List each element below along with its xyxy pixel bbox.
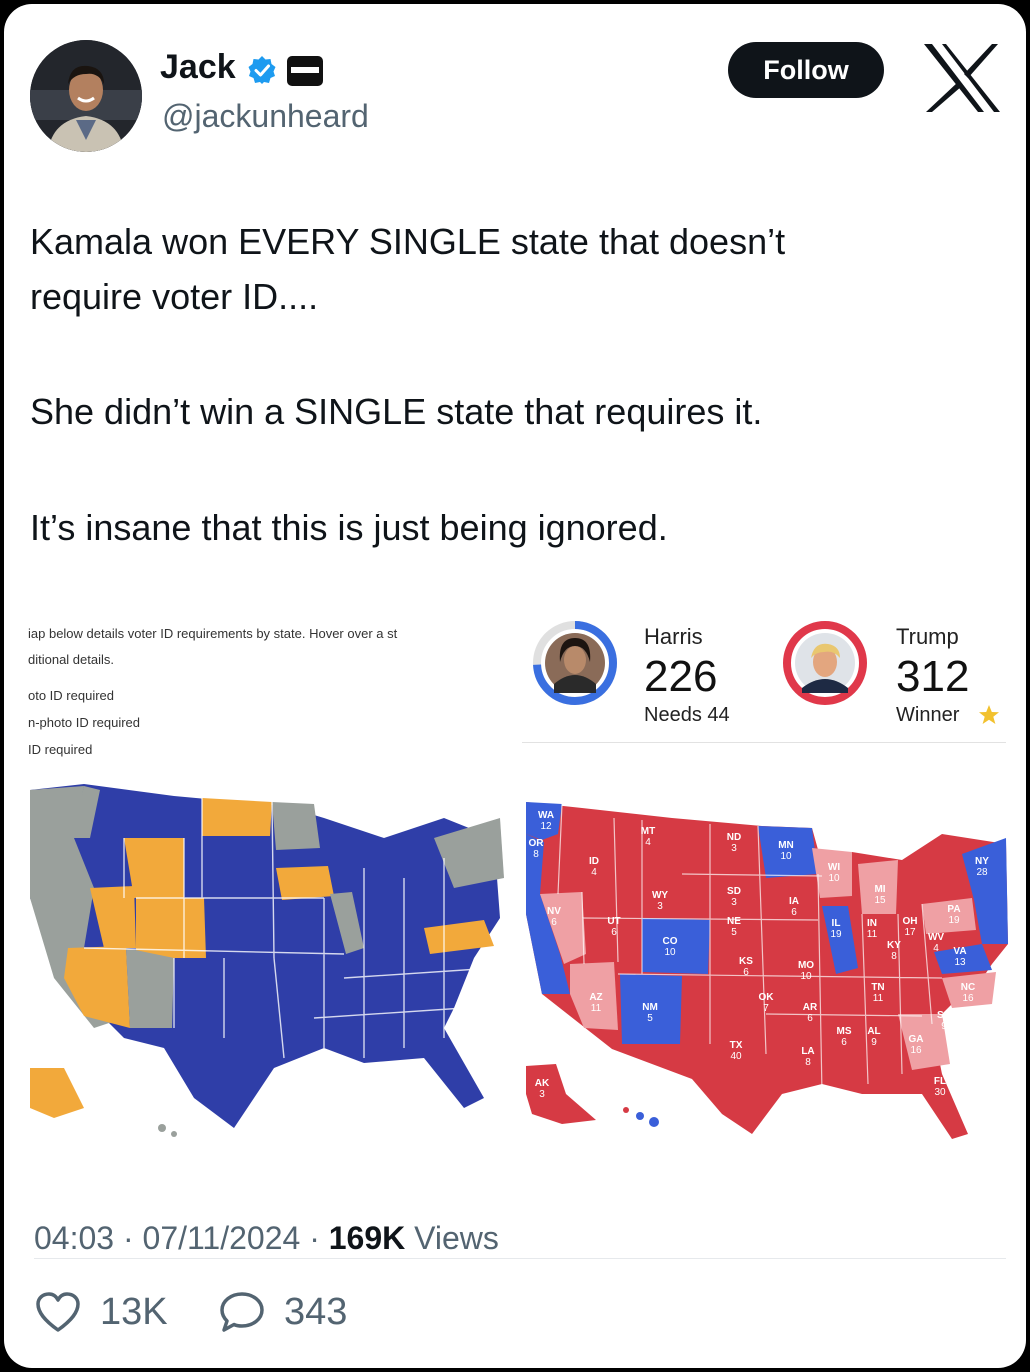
state-label: FL 30 — [934, 1076, 946, 1098]
map-caption: ditional details. — [28, 652, 114, 667]
state-label: TX 40 — [730, 1040, 743, 1062]
state-label: NY 28 — [975, 856, 989, 878]
tweet-time[interactable]: 04:03 — [34, 1220, 114, 1256]
tweet-metadata: 04:03 · 07/11/2024 · 169K Views — [34, 1220, 499, 1256]
follow-button[interactable]: Follow — [728, 42, 884, 98]
affiliate-badge-icon — [287, 56, 323, 86]
voter-id-us-map — [30, 784, 504, 1137]
trump-ring — [783, 621, 867, 705]
panel-divider — [522, 742, 1006, 743]
trump-status: Winner — [896, 704, 960, 726]
views-label: Views — [414, 1220, 499, 1256]
trump-name: Trump — [896, 624, 959, 649]
harris-ring — [533, 621, 617, 705]
trump-votes: 312 — [896, 652, 970, 701]
reply-count: 343 — [284, 1290, 348, 1333]
divider — [34, 1258, 1006, 1259]
like-button[interactable]: 13K — [34, 1290, 168, 1334]
election-results-map: WA 12OR 8ID 4MT 4 ND 3 MN 10WI 10MI 15NY 28NV 6 UT 6WY… — [526, 802, 1008, 1139]
state-label: MN 10 — [778, 840, 794, 862]
state-label: AZ 11 — [589, 992, 602, 1014]
state-label: NC 16 — [961, 982, 975, 1004]
state-label: GA 16 — [909, 1034, 924, 1056]
state-label: VA 13 — [953, 946, 966, 968]
state-label: IN 11 — [867, 918, 878, 940]
state-label: IL 19 — [830, 918, 842, 940]
tweet-media-image[interactable]: iap below details voter ID requirements … — [24, 608, 1010, 1154]
legend-photo-id: oto ID required — [28, 688, 114, 703]
legend-non-photo-id: n-photo ID required — [28, 715, 141, 730]
verified-badge-icon — [248, 56, 276, 84]
tweet-date[interactable]: 07/11/2024 — [143, 1220, 301, 1256]
tweet-paragraph: Kamala won EVERY SINGLE state that doesn… — [30, 221, 786, 317]
avatar[interactable] — [30, 40, 142, 152]
tweet-card: Jack @jackunheard Follow Kamala won EVER… — [4, 4, 1026, 1368]
reply-icon — [220, 1292, 264, 1332]
harris-name: Harris — [644, 624, 703, 649]
state-label: MI 15 — [874, 884, 886, 906]
author-handle[interactable]: @jackunheard — [162, 98, 369, 135]
legend-no-id: ID required — [28, 742, 93, 757]
state-label: CO 10 — [663, 936, 678, 958]
heart-icon — [36, 1292, 80, 1332]
author-name[interactable]: Jack — [160, 48, 236, 87]
map-caption: iap below details voter ID requirements … — [28, 626, 398, 641]
tweet-paragraph: It’s insane that this is just being igno… — [30, 507, 668, 548]
winner-star-icon — [979, 705, 999, 724]
like-count: 13K — [100, 1290, 168, 1333]
state-label: PA 19 — [947, 904, 960, 926]
state-label: TN 11 — [871, 982, 884, 1004]
state-label: OH 17 — [903, 916, 918, 938]
reply-button[interactable]: 343 — [218, 1290, 347, 1334]
harris-votes: 226 — [644, 652, 718, 701]
x-logo-icon[interactable] — [922, 42, 1002, 114]
views-count: 169K — [328, 1220, 406, 1256]
harris-status: Needs 44 — [644, 704, 730, 726]
tweet-paragraph: She didn’t win a SINGLE state that requi… — [30, 391, 763, 432]
state-label: WI 10 — [828, 862, 840, 884]
